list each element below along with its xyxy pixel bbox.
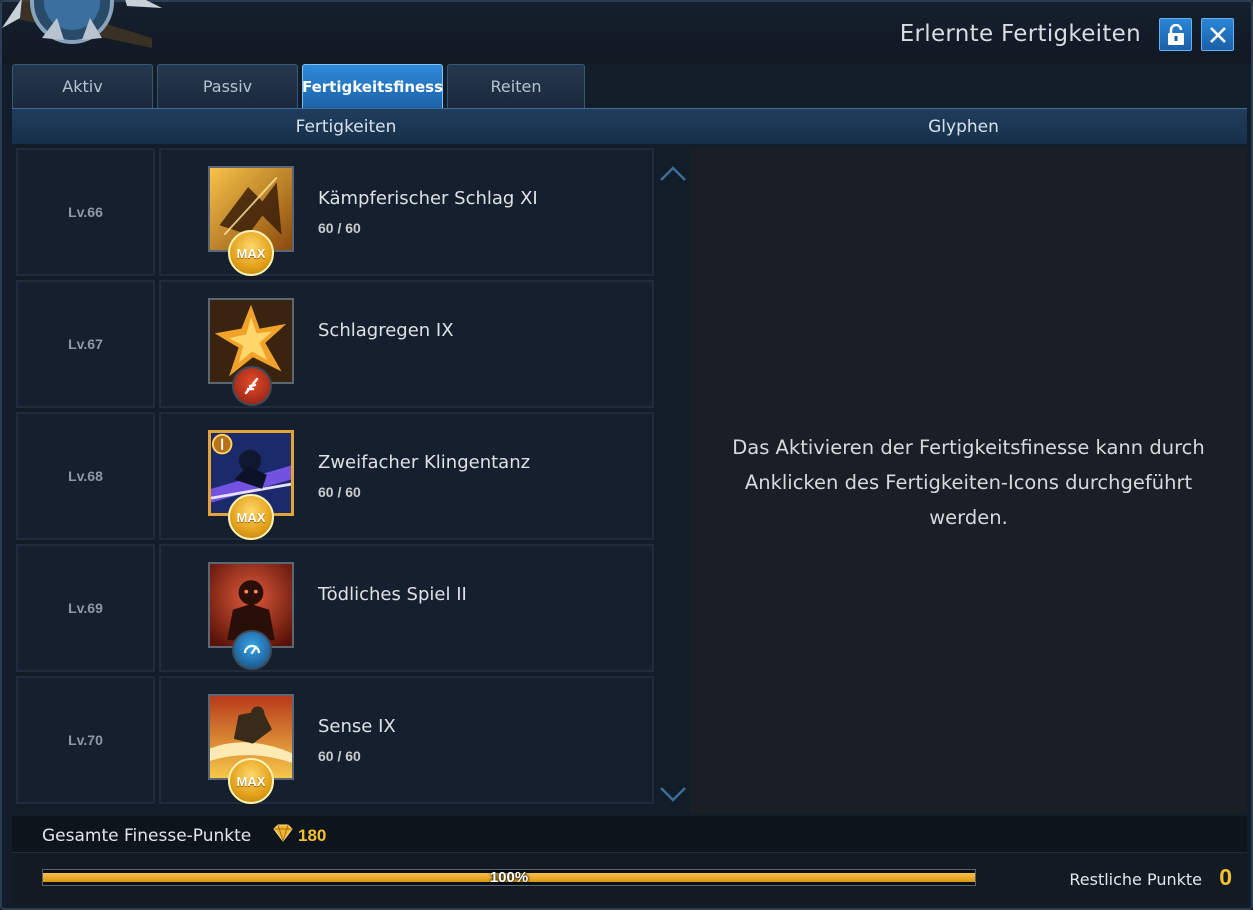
tab-reiten[interactable]: Reiten xyxy=(447,64,585,108)
speed-icon xyxy=(243,644,261,655)
skill-cell[interactable]: Schlagregen IX xyxy=(159,280,654,408)
window-emblem-icon xyxy=(2,0,162,48)
skill-level: Lv.70 xyxy=(16,676,155,804)
window-title: Erlernte Fertigkeiten xyxy=(899,21,1141,47)
scrollbar[interactable] xyxy=(656,148,690,814)
max-badge: MAX xyxy=(228,494,274,540)
skill-name: Schlagregen IX xyxy=(318,320,454,341)
skill-cell[interactable]: Tödliches Spiel II xyxy=(159,544,654,672)
total-finesse-value: 180 xyxy=(298,826,327,845)
title-bar[interactable]: Erlernte Fertigkeiten xyxy=(2,0,1251,64)
skill-name: Sense IX xyxy=(318,716,396,737)
finesse-gem-icon xyxy=(273,824,293,842)
tab-aktiv[interactable]: Aktiv xyxy=(12,64,153,108)
finesse-progress-bar: 100% Restliche Punkte 0 xyxy=(12,852,1247,908)
skill-cell[interactable]: MAX Kämpferischer Schlag XI 60 / 60 xyxy=(159,148,654,276)
remaining-points-value: 0 xyxy=(1219,864,1232,890)
max-badge: MAX xyxy=(228,230,274,276)
progress-label: 100% xyxy=(489,869,529,886)
skill-level: Lv.67 xyxy=(16,280,155,408)
close-button[interactable] xyxy=(1201,18,1234,51)
skill-row[interactable]: Lv.69 Tödliches Spiel II xyxy=(16,544,656,674)
header-skills: Fertigkeiten xyxy=(295,116,397,137)
skill-level: Lv.66 xyxy=(16,148,155,276)
chevron-down-icon[interactable] xyxy=(656,774,690,814)
skills-window: Erlernte Fertigkeiten Aktiv Passiv Ferti… xyxy=(0,0,1253,910)
max-badge: MAX xyxy=(228,758,274,804)
skill-row[interactable]: Lv.66 MAX Kämpferischer Schlag XI 60 / 6… xyxy=(16,148,656,278)
lock-button[interactable] xyxy=(1159,18,1192,51)
skill-list: Lv.66 MAX Kämpferischer Schlag XI 60 / 6… xyxy=(16,148,656,814)
skill-points: 60 / 60 xyxy=(318,484,361,500)
skill-cell[interactable]: MAX Zweifacher Klingentanz 60 / 60 xyxy=(159,412,654,540)
skill-row[interactable]: Lv.70 MAX Sense IX 60 / 60 xyxy=(16,676,656,806)
finesse-total-bar: Gesamte Finesse-Punkte 180 xyxy=(12,816,1247,852)
glyph-pane: Das Aktivieren der Fertigkeitsfinesse ka… xyxy=(690,148,1247,814)
skill-cell[interactable]: MAX Sense IX 60 / 60 xyxy=(159,676,654,804)
chevron-up-icon[interactable] xyxy=(656,154,690,194)
glyph-hint-text: Das Aktivieren der Fertigkeitsfinesse ka… xyxy=(732,436,1205,529)
feather-badge xyxy=(232,366,272,406)
skill-name: Tödliches Spiel II xyxy=(318,584,467,605)
tab-passiv[interactable]: Passiv xyxy=(157,64,298,108)
skill-name: Kämpferischer Schlag XI xyxy=(318,188,538,209)
remaining-points-label: Restliche Punkte xyxy=(1069,870,1202,889)
skill-row[interactable]: Lv.67 Schlagregen IX xyxy=(16,280,656,410)
skill-points: 60 / 60 xyxy=(318,220,361,236)
speed-badge xyxy=(232,630,272,670)
header-glyphs: Glyphen xyxy=(928,116,999,137)
progress-bar: 100% xyxy=(42,869,976,886)
tab-bar: Aktiv Passiv Fertigkeitsfiness Reiten xyxy=(12,64,585,108)
total-finesse-label: Gesamte Finesse-Punkte xyxy=(42,826,252,846)
skill-name: Zweifacher Klingentanz xyxy=(318,452,531,473)
column-header: Fertigkeiten Glyphen xyxy=(12,108,1247,144)
skill-level: Lv.69 xyxy=(16,544,155,672)
feather-icon xyxy=(244,377,259,395)
tab-fertigkeitsfiness[interactable]: Fertigkeitsfiness xyxy=(302,64,443,108)
lock-icon xyxy=(1167,23,1184,45)
skill-level: Lv.68 xyxy=(16,412,155,540)
skill-row[interactable]: Lv.68 MAX Zweifacher Klingentanz 60 / 60 xyxy=(16,412,656,542)
close-icon xyxy=(1209,26,1226,43)
skill-points: 60 / 60 xyxy=(318,748,361,764)
